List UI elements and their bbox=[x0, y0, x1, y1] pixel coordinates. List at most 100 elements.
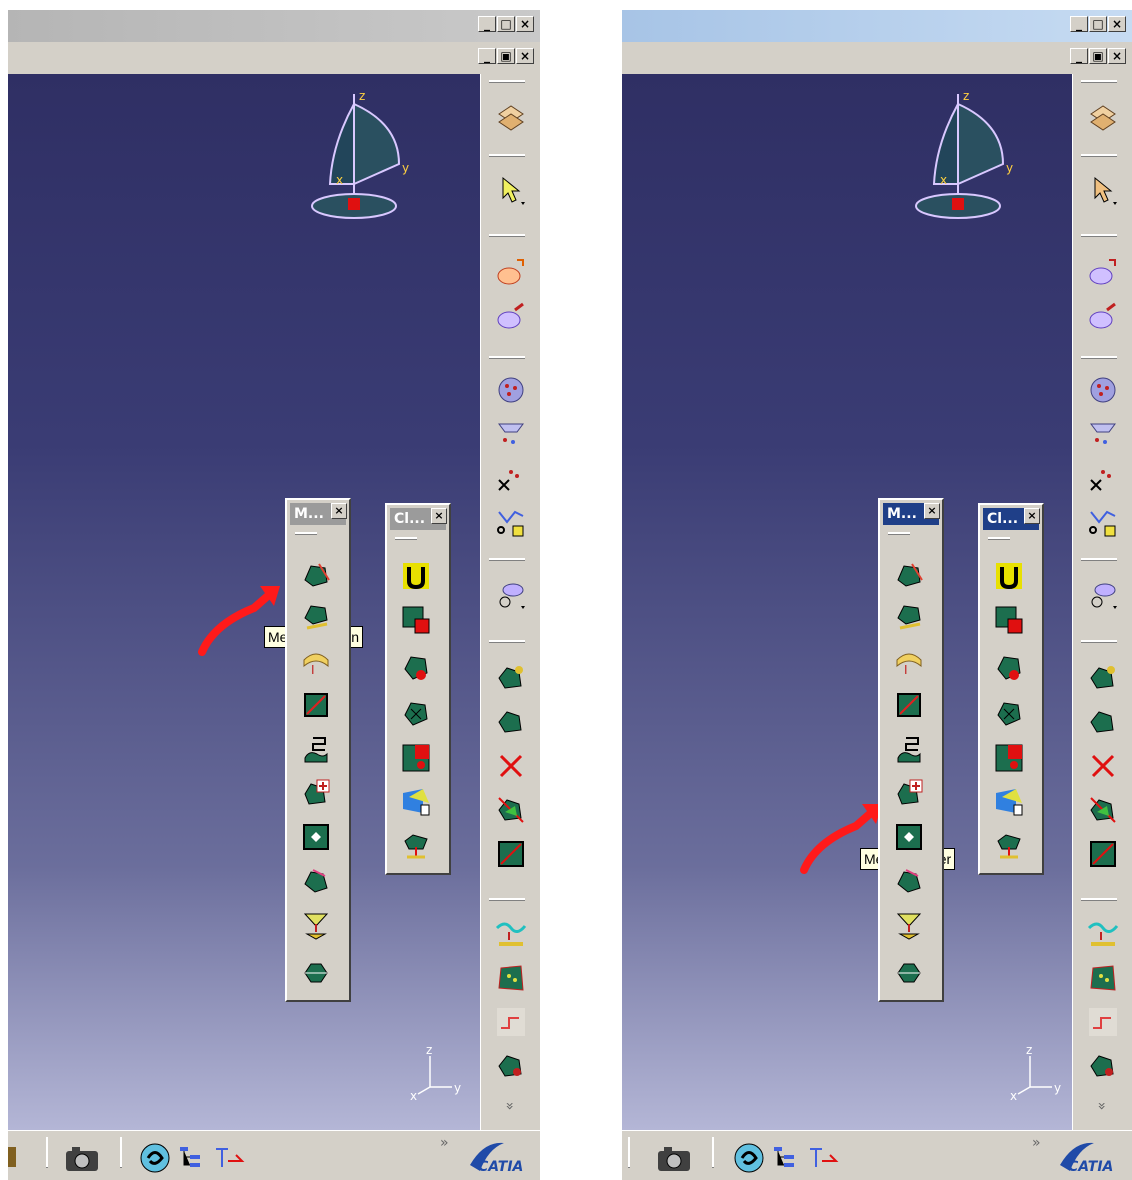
maximize-button[interactable]: □ bbox=[1089, 16, 1107, 32]
bottom-overflow[interactable]: » bbox=[1032, 1135, 1041, 1151]
mesh-square-icon[interactable] bbox=[894, 690, 924, 720]
scan-points-icon[interactable] bbox=[495, 102, 527, 134]
planar-sections-icon[interactable] bbox=[1087, 962, 1119, 994]
remove-icon[interactable] bbox=[994, 743, 1024, 773]
mesh-icon[interactable] bbox=[495, 706, 527, 738]
cleaner-toolbar[interactable]: Cl... × bbox=[978, 503, 1044, 875]
tree-icon[interactable] bbox=[770, 1143, 800, 1173]
minimize-button[interactable]: _ bbox=[478, 16, 496, 32]
toolbar-grip[interactable] bbox=[395, 537, 417, 540]
cycle-icon[interactable] bbox=[732, 1141, 766, 1175]
point-cloud-icon[interactable] bbox=[495, 374, 527, 406]
doc-close-button[interactable]: × bbox=[1108, 48, 1126, 64]
mesh-analysis-icon[interactable] bbox=[495, 1050, 527, 1082]
point-filter-icon[interactable] bbox=[495, 418, 527, 450]
flip-edges-icon[interactable]: I bbox=[894, 646, 924, 676]
export-cloud-icon[interactable] bbox=[1087, 300, 1119, 332]
mesh-toolbar-close-button[interactable]: × bbox=[331, 503, 347, 519]
bottom-overflow[interactable]: » bbox=[440, 1135, 449, 1151]
mesh-point-icon[interactable] bbox=[1087, 662, 1119, 694]
import-cloud-icon[interactable] bbox=[495, 256, 527, 288]
point-filter-icon[interactable] bbox=[1087, 418, 1119, 450]
cloud-operations-icon[interactable] bbox=[495, 578, 527, 610]
fill-holes-icon[interactable] bbox=[894, 822, 924, 852]
boundary-icon[interactable] bbox=[401, 787, 431, 817]
scan-points-icon[interactable] bbox=[1087, 102, 1119, 134]
mesh-creation-icon[interactable] bbox=[301, 560, 331, 590]
hexagon-mesh-icon[interactable] bbox=[894, 958, 924, 988]
delete-icon[interactable] bbox=[1087, 750, 1119, 782]
delete-icon[interactable] bbox=[495, 750, 527, 782]
projection-icon[interactable] bbox=[301, 910, 331, 940]
split-mesh-icon[interactable] bbox=[401, 605, 431, 635]
protect-icon[interactable] bbox=[495, 506, 527, 538]
toolbar-grip[interactable] bbox=[888, 532, 910, 535]
boundary-icon[interactable] bbox=[994, 787, 1024, 817]
mesh-toolbar[interactable]: M... × I bbox=[285, 498, 351, 1002]
partial-icon[interactable] bbox=[8, 1143, 18, 1171]
camera-icon[interactable] bbox=[64, 1143, 100, 1173]
flip-edges-icon[interactable]: I bbox=[301, 646, 331, 676]
toolbar-grip[interactable] bbox=[295, 532, 317, 535]
split-mesh-icon[interactable] bbox=[994, 605, 1024, 635]
doc-minimize-button[interactable]: _ bbox=[1070, 48, 1088, 64]
mesh-smoothing-icon[interactable] bbox=[894, 734, 924, 764]
constraints-icon[interactable] bbox=[212, 1143, 248, 1173]
compass-icon[interactable]: z x y bbox=[908, 84, 1018, 224]
decimate-icon[interactable] bbox=[301, 866, 331, 896]
select-arrow-icon[interactable] bbox=[495, 174, 527, 206]
close-button[interactable]: × bbox=[516, 16, 534, 32]
tree-icon[interactable] bbox=[176, 1143, 206, 1173]
fill-holes-icon[interactable] bbox=[301, 822, 331, 852]
mesh-icon[interactable] bbox=[1087, 706, 1119, 738]
mesh-offset-icon[interactable] bbox=[301, 602, 331, 632]
mesh-add-icon[interactable] bbox=[894, 778, 924, 808]
mesh-square-icon[interactable] bbox=[495, 838, 527, 870]
cleaner-toolbar[interactable]: Cl... × bbox=[385, 503, 451, 875]
mesh-creation-icon[interactable] bbox=[894, 560, 924, 590]
mesh-add-icon[interactable] bbox=[301, 778, 331, 808]
activate-icon[interactable] bbox=[401, 653, 431, 683]
mesh-point-icon[interactable] bbox=[495, 662, 527, 694]
close-button[interactable]: × bbox=[1108, 16, 1126, 32]
mesh-align-icon[interactable] bbox=[495, 794, 527, 826]
projection-icon[interactable] bbox=[894, 910, 924, 940]
camera-icon[interactable] bbox=[656, 1143, 692, 1173]
cleaner-toolbar-close-button[interactable]: × bbox=[431, 508, 447, 524]
doc-restore-button[interactable]: ▣ bbox=[497, 48, 515, 64]
cleaner-toolbar-close-button[interactable]: × bbox=[1024, 508, 1040, 524]
minimize-button[interactable]: _ bbox=[1070, 16, 1088, 32]
mesh-toolbar[interactable]: M... × I bbox=[878, 498, 944, 1002]
fill-tree-icon[interactable] bbox=[994, 831, 1024, 861]
mesh-analysis-icon[interactable] bbox=[1087, 1050, 1119, 1082]
select-arrow-icon[interactable] bbox=[1087, 174, 1119, 206]
cloud-operations-icon[interactable] bbox=[1087, 578, 1119, 610]
doc-minimize-button[interactable]: _ bbox=[478, 48, 496, 64]
protect-icon[interactable] bbox=[1087, 506, 1119, 538]
merge-mesh-icon[interactable] bbox=[401, 699, 431, 729]
curve-on-mesh-icon[interactable] bbox=[495, 918, 527, 950]
cloud-cut-icon[interactable] bbox=[1087, 462, 1119, 494]
u-shape-icon[interactable] bbox=[401, 561, 431, 591]
mesh-square-icon[interactable] bbox=[301, 690, 331, 720]
import-cloud-icon[interactable] bbox=[1087, 256, 1119, 288]
toolbar-overflow[interactable]: » bbox=[1093, 1102, 1109, 1111]
remove-icon[interactable] bbox=[401, 743, 431, 773]
planar-sections-icon[interactable] bbox=[495, 962, 527, 994]
doc-restore-button[interactable]: ▣ bbox=[1089, 48, 1107, 64]
cloud-cut-icon[interactable] bbox=[495, 462, 527, 494]
doc-close-button[interactable]: × bbox=[516, 48, 534, 64]
merge-mesh-icon[interactable] bbox=[994, 699, 1024, 729]
constraints-icon[interactable] bbox=[806, 1143, 842, 1173]
free-edges-icon[interactable] bbox=[1087, 1006, 1119, 1038]
mesh-smoothing-icon[interactable] bbox=[301, 734, 331, 764]
fill-tree-icon[interactable] bbox=[401, 831, 431, 861]
curve-on-mesh-icon[interactable] bbox=[1087, 918, 1119, 950]
mesh-align-icon[interactable] bbox=[1087, 794, 1119, 826]
u-shape-icon[interactable] bbox=[994, 561, 1024, 591]
toolbar-overflow[interactable]: » bbox=[501, 1102, 517, 1111]
maximize-button[interactable]: □ bbox=[497, 16, 515, 32]
mesh-toolbar-close-button[interactable]: × bbox=[924, 503, 940, 519]
activate-icon[interactable] bbox=[994, 653, 1024, 683]
compass-icon[interactable]: z x y bbox=[304, 84, 414, 224]
